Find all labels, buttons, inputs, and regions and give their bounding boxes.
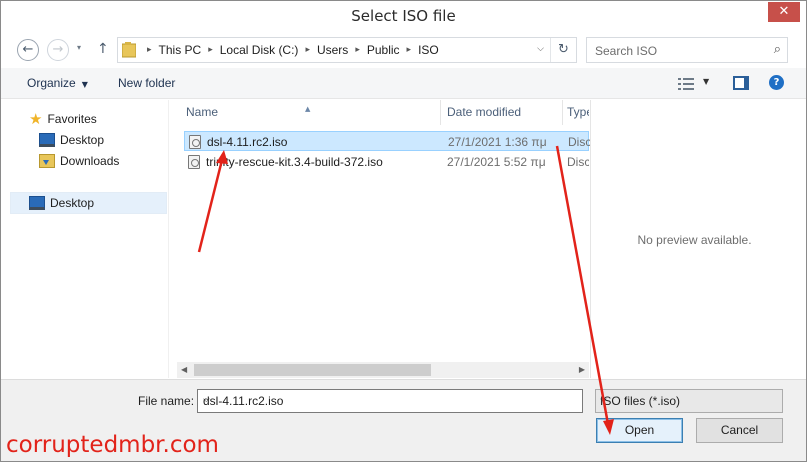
file-name: dsl-4.11.rc2.iso — [207, 135, 288, 149]
sort-ascending-icon: ▲ — [305, 105, 311, 113]
disc-image-file-icon — [188, 155, 200, 169]
up-button[interactable]: ↑ — [97, 41, 109, 57]
organize-label: Organize — [27, 76, 76, 90]
crumb-iso[interactable]: ISO — [418, 43, 439, 57]
search-placeholder: Search ISO — [595, 44, 658, 58]
watermark-text: corruptedmbr.com — [6, 432, 219, 458]
no-preview-text: No preview available. — [637, 233, 752, 247]
nav-downloads[interactable]: Downloads — [39, 151, 119, 171]
column-header-type[interactable]: Type — [563, 100, 589, 125]
file-name: trinity-rescue-kit.3.4-build-372.iso — [206, 155, 383, 169]
nav-favorites[interactable]: ★ Favorites — [29, 109, 97, 129]
breadcrumb-separator[interactable]: ▸ — [407, 45, 412, 55]
scroll-left-icon[interactable]: ◀ — [181, 365, 187, 374]
file-type: Disc — [567, 155, 589, 169]
column-name-label: Name — [186, 105, 219, 119]
file-type-select[interactable]: ISO files (*.iso) ⌵ — [595, 389, 783, 413]
crumb-this-pc[interactable]: This PC — [159, 43, 202, 57]
scrollbar-thumb[interactable] — [194, 364, 431, 376]
file-date: 27/1/2021 1:36 πμ — [448, 135, 547, 149]
organize-button[interactable]: Organize ▼ — [27, 76, 88, 90]
open-button[interactable]: Open — [596, 418, 683, 443]
window-title: Select ISO file — [351, 7, 456, 25]
file-name-label: File name: — [138, 394, 195, 408]
file-date: 27/1/2021 5:52 πμ — [447, 155, 546, 169]
chevron-down-icon: ⌵ — [600, 395, 607, 405]
caret-down-icon: ▼ — [81, 80, 88, 89]
file-row[interactable]: dsl-4.11.rc2.iso 27/1/2021 1:36 πμ Disc — [184, 131, 590, 151]
scroll-right-icon[interactable]: ▶ — [579, 365, 585, 374]
title-bar: Select ISO file ✕ — [1, 1, 806, 31]
column-header-date[interactable]: Date modified — [441, 100, 563, 125]
disc-image-file-icon — [189, 135, 201, 149]
crumb-local-disk[interactable]: Local Disk (C:) — [220, 43, 299, 57]
nav-favorites-label: Favorites — [47, 112, 97, 126]
select-iso-dialog: Select ISO file ✕ ← → ▾ ↑ ▸ This PC ▸ Lo… — [0, 0, 807, 462]
refresh-button[interactable]: ↻ — [550, 38, 576, 62]
nav-desktop-root[interactable]: Desktop — [10, 192, 167, 214]
crumb-users[interactable]: Users — [317, 43, 348, 57]
search-input[interactable]: Search ISO ⌕ — [586, 37, 788, 63]
nav-desktop-label: Desktop — [60, 133, 105, 147]
new-folder-button[interactable]: New folder — [118, 76, 175, 90]
file-list: Name ▲ Date modified Type dsl-4.11.rc2.i… — [177, 100, 590, 376]
chevron-down-icon[interactable]: ⌵ — [203, 395, 578, 405]
back-button[interactable]: ← — [17, 39, 39, 61]
nav-desktop[interactable]: Desktop — [39, 130, 104, 150]
recent-locations-dropdown[interactable]: ▾ — [77, 43, 81, 52]
address-bar[interactable]: ▸ This PC ▸ Local Disk (C:) ▸ Users ▸ Pu… — [117, 37, 577, 63]
downloads-icon — [39, 154, 55, 168]
navigation-pane: ★ Favorites Desktop Downloads Desktop — [7, 100, 167, 376]
forward-button[interactable]: → — [47, 39, 69, 61]
preview-pane-icon[interactable] — [733, 76, 749, 90]
star-icon: ★ — [29, 110, 43, 128]
breadcrumb-separator[interactable]: ▸ — [208, 45, 213, 55]
file-type: Disc — [568, 135, 590, 149]
breadcrumb-separator[interactable]: ▸ — [355, 45, 360, 55]
command-toolbar: Organize ▼ New folder ▼ ? — [1, 68, 806, 99]
preview-pane: No preview available. — [590, 100, 806, 378]
crumb-public[interactable]: Public — [367, 43, 400, 57]
file-name-input[interactable]: dsl-4.11.rc2.iso ⌵ — [197, 389, 583, 413]
breadcrumb-separator[interactable]: ▸ — [305, 45, 310, 55]
breadcrumb-separator[interactable]: ▸ — [147, 45, 152, 55]
nav-desktop-root-label: Desktop — [50, 196, 95, 210]
view-options-icon[interactable] — [678, 78, 694, 90]
search-icon[interactable]: ⌕ — [774, 42, 781, 57]
desktop-icon — [39, 133, 55, 147]
help-icon[interactable]: ? — [769, 75, 784, 90]
horizontal-scrollbar[interactable]: ◀ ▶ — [177, 362, 589, 378]
cancel-button[interactable]: Cancel — [696, 418, 783, 443]
pane-divider[interactable] — [168, 100, 169, 378]
folder-icon — [122, 42, 136, 58]
chevron-down-icon[interactable]: ⌵ — [537, 44, 544, 54]
nav-downloads-label: Downloads — [60, 154, 120, 168]
desktop-icon — [29, 196, 45, 210]
address-row: ← → ▾ ↑ ▸ This PC ▸ Local Disk (C:) ▸ Us… — [1, 34, 806, 66]
view-dropdown-icon[interactable]: ▼ — [703, 77, 709, 86]
file-row[interactable]: trinity-rescue-kit.3.4-build-372.iso 27/… — [184, 152, 589, 172]
close-button[interactable]: ✕ — [768, 2, 800, 22]
breadcrumb: ▸ This PC ▸ Local Disk (C:) ▸ Users ▸ Pu… — [140, 38, 439, 62]
column-header-name[interactable]: Name ▲ — [177, 100, 441, 125]
